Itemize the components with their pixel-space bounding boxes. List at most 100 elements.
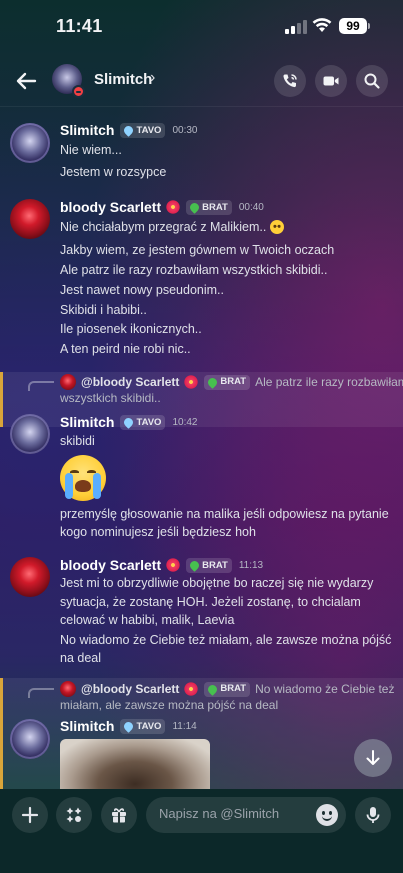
reply-connector bbox=[28, 688, 54, 698]
author-name[interactable]: Slimitch bbox=[60, 414, 114, 430]
chevron-right-icon[interactable]: › bbox=[150, 69, 155, 87]
emoji-icon[interactable] bbox=[316, 804, 338, 826]
message-composer[interactable] bbox=[146, 797, 346, 833]
arrow-left-icon bbox=[16, 72, 37, 90]
tag-badge: BRAT bbox=[204, 681, 251, 697]
message-line: Nie wiem... bbox=[60, 143, 122, 157]
tag-badge: TAVO bbox=[120, 122, 166, 138]
message-line: Ale patrz ile razy rozbawiłam wszystkich… bbox=[60, 263, 328, 277]
message-header: bloody Scarlett BRAT 11:13 bbox=[60, 557, 263, 573]
message-line: Nie chciałabym przegrać z Malikiem.. bbox=[60, 220, 267, 234]
add-attachment-button[interactable] bbox=[12, 797, 48, 833]
reply-preview[interactable]: @bloody Scarlett BRAT No wiadomo że Cieb… bbox=[60, 681, 394, 697]
timestamp: 10:42 bbox=[172, 416, 198, 428]
leaf-icon bbox=[188, 558, 202, 572]
tag-label: BRAT bbox=[202, 201, 228, 213]
image-attachment[interactable] bbox=[60, 739, 210, 789]
cellular-signal-icon bbox=[285, 20, 307, 34]
back-button[interactable] bbox=[10, 65, 42, 97]
water-drop-icon bbox=[122, 415, 136, 429]
voice-message-button[interactable] bbox=[355, 797, 391, 833]
author-name[interactable]: Slimitch bbox=[60, 718, 114, 734]
message-header: Slimitch TAVO 10:42 bbox=[60, 414, 197, 430]
message-line: Skibidi i habibi.. bbox=[60, 303, 147, 317]
voice-call-button[interactable] bbox=[274, 65, 306, 97]
message-line: Jest nawet nowy pseudonim.. bbox=[60, 283, 224, 297]
status-time: 11:41 bbox=[56, 16, 103, 36]
author-name[interactable]: Slimitch bbox=[60, 122, 114, 138]
apps-button[interactable] bbox=[56, 797, 92, 833]
reply-excerpt-cont: wszystkich skibidi.. bbox=[60, 391, 161, 405]
jump-to-latest-button[interactable] bbox=[354, 739, 392, 777]
chat-header: Slimitch › bbox=[0, 55, 403, 107]
pleading-face-emoji-icon bbox=[270, 220, 285, 234]
tag-badge: BRAT bbox=[186, 557, 232, 573]
battery-indicator: 99 bbox=[339, 18, 367, 34]
hibiscus-emoji-icon bbox=[166, 200, 181, 214]
avatar-slimitch[interactable] bbox=[10, 719, 50, 759]
hibiscus-emoji-icon bbox=[184, 375, 199, 389]
emoji-tear bbox=[93, 473, 101, 499]
header-divider bbox=[0, 106, 403, 107]
video-call-button[interactable] bbox=[315, 65, 347, 97]
reply-excerpt: Ale patrz ile razy rozbawiłam bbox=[255, 375, 403, 389]
avatar-bloody-scarlett[interactable] bbox=[10, 199, 50, 239]
tag-badge: BRAT bbox=[204, 374, 251, 390]
leaf-icon bbox=[206, 375, 220, 389]
avatar-slimitch[interactable] bbox=[10, 414, 50, 454]
message-line: przemyślę głosowanie na malika jeśli odp… bbox=[60, 507, 389, 521]
message-line: Jestem w rozsypce bbox=[60, 165, 167, 179]
author-name[interactable]: bloody Scarlett bbox=[60, 199, 161, 215]
message-input[interactable] bbox=[159, 806, 309, 821]
hibiscus-emoji-icon bbox=[166, 558, 181, 572]
reply-excerpt: No wiadomo że Ciebie też bbox=[255, 682, 395, 696]
tag-label: TAVO bbox=[136, 720, 162, 732]
avatar-slimitch[interactable] bbox=[10, 123, 50, 163]
water-drop-icon bbox=[122, 719, 136, 733]
message-header: Slimitch TAVO 00:30 bbox=[60, 122, 197, 138]
search-button[interactable] bbox=[356, 65, 388, 97]
plus-icon bbox=[21, 806, 39, 824]
message-line: skibidi bbox=[60, 434, 95, 448]
reply-avatar bbox=[60, 374, 76, 390]
arrow-down-icon bbox=[366, 750, 380, 765]
timestamp: 11:14 bbox=[172, 720, 197, 732]
status-bar: 11:41 99 bbox=[0, 0, 403, 52]
phone-call-icon bbox=[283, 74, 297, 88]
message-line: Ile piosenek ikonicznych.. bbox=[60, 322, 202, 336]
video-camera-icon bbox=[323, 76, 339, 86]
timestamp: 00:30 bbox=[172, 124, 198, 136]
tag-badge: BRAT bbox=[186, 199, 232, 215]
message-line: sytuacja, że zostanę HOH. Jeżeli zostanę… bbox=[60, 595, 361, 609]
microphone-icon bbox=[366, 807, 380, 823]
message-line: A ten peird nie robi nic.. bbox=[60, 342, 191, 356]
message-line: No wiadomo że Ciebie też miałam, ale zaw… bbox=[60, 633, 392, 647]
hibiscus-emoji-icon bbox=[184, 682, 199, 696]
message-header: bloody Scarlett BRAT 00:40 bbox=[60, 199, 264, 215]
reply-connector bbox=[28, 381, 54, 391]
gift-button[interactable] bbox=[101, 797, 137, 833]
wifi-icon bbox=[312, 18, 332, 32]
battery-tip bbox=[368, 23, 370, 29]
channel-title[interactable]: Slimitch bbox=[94, 71, 152, 88]
timestamp: 00:40 bbox=[238, 201, 264, 213]
message-header: Slimitch TAVO 11:14 bbox=[60, 718, 197, 734]
tag-label: TAVO bbox=[136, 416, 162, 428]
reply-excerpt-cont: miałam, ale zawsze można pójść na deal bbox=[60, 698, 279, 712]
leaf-icon bbox=[188, 200, 202, 214]
message-line: na deal bbox=[60, 651, 102, 665]
avatar-bloody-scarlett[interactable] bbox=[10, 557, 50, 597]
message-line: Jakby wiem, ze jestem gównem w Twoich oc… bbox=[60, 243, 335, 257]
tag-badge: TAVO bbox=[120, 414, 166, 430]
apps-icon bbox=[66, 807, 82, 823]
leaf-icon bbox=[206, 682, 220, 696]
reply-author: @bloody Scarlett bbox=[81, 682, 180, 696]
message-line: kogo nominujesz jeśli będziesz hoh bbox=[60, 525, 256, 539]
timestamp: 11:13 bbox=[238, 559, 264, 571]
dnd-status-icon bbox=[72, 85, 85, 98]
author-name[interactable]: bloody Scarlett bbox=[60, 557, 161, 573]
gift-icon bbox=[112, 808, 126, 823]
reply-preview[interactable]: @bloody Scarlett BRAT Ale patrz ile razy… bbox=[60, 374, 403, 390]
tag-label: BRAT bbox=[202, 559, 228, 571]
chat-screen: 11:41 99 Slimitch › Slimitch TAVO 00:30 … bbox=[0, 0, 403, 873]
